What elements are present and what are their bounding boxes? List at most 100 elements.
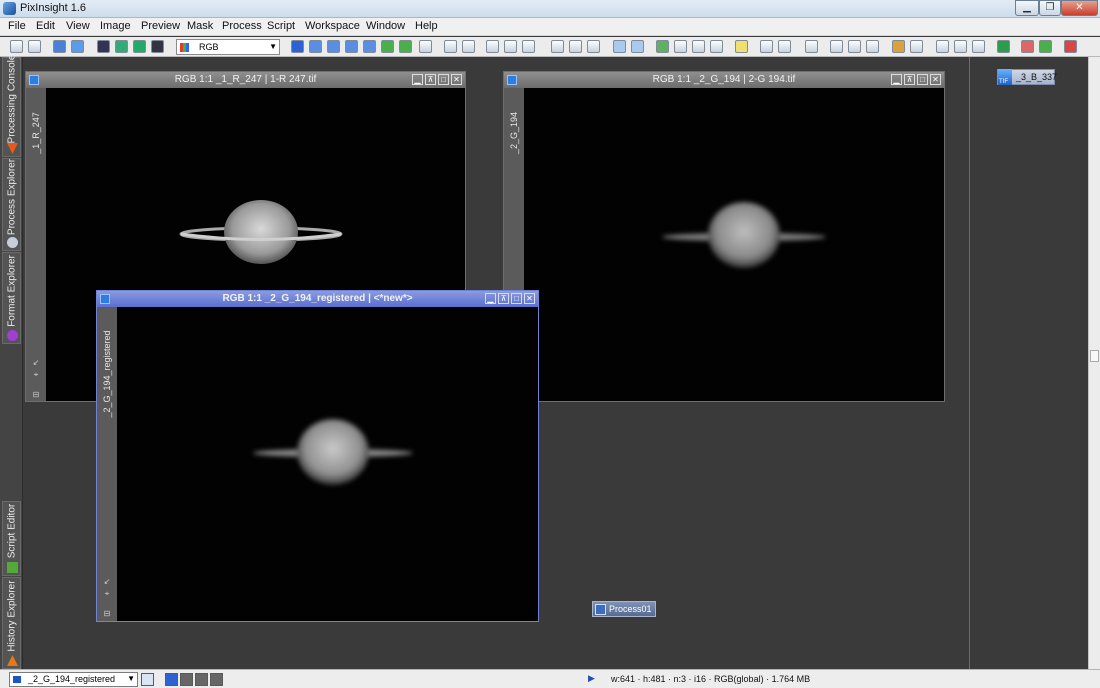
iconize-icon[interactable]: ⊼ [498, 293, 509, 304]
shade-icon[interactable]: ▁ [891, 74, 902, 85]
menu-mask[interactable]: Mask [187, 20, 213, 32]
pan-mode-icon[interactable] [327, 40, 340, 53]
stf-auto-icon[interactable] [760, 40, 773, 53]
channel-green-icon[interactable] [115, 40, 128, 53]
workspace-icon[interactable] [972, 40, 985, 53]
lock-icon[interactable]: ⌖ [31, 370, 41, 380]
menu-file[interactable]: File [8, 20, 26, 32]
channel-lum-icon[interactable] [133, 40, 146, 53]
clone-image-icon[interactable] [71, 40, 84, 53]
tab-format-explorer[interactable]: Format Explorer [2, 252, 21, 344]
zoom-out-icon[interactable] [462, 40, 475, 53]
resize-icon[interactable]: ↙ [102, 577, 112, 586]
shade-icon[interactable]: ▁ [412, 74, 423, 85]
maximize-icon[interactable]: □ [917, 74, 928, 85]
play-icon[interactable]: ▶ [588, 673, 595, 684]
shade-icon[interactable]: ▁ [485, 293, 496, 304]
mask-invert-icon[interactable] [692, 40, 705, 53]
statistics-icon[interactable] [892, 40, 905, 53]
readout-mode-icon[interactable] [291, 40, 304, 53]
history-icon[interactable] [848, 40, 861, 53]
mask-enable-icon[interactable] [656, 40, 669, 53]
histogram-icon[interactable] [910, 40, 923, 53]
menu-view[interactable]: View [66, 20, 90, 32]
center-mode-icon[interactable] [345, 40, 358, 53]
zoom-1-2-icon[interactable] [522, 40, 535, 53]
color-management-icon[interactable] [997, 40, 1010, 53]
tile-windows-icon[interactable] [569, 40, 582, 53]
channel-gray-icon[interactable] [151, 40, 164, 53]
tab-process-explorer[interactable]: Process Explorer [2, 158, 21, 251]
process-icon-process01[interactable]: Process01 [592, 601, 656, 617]
display-channel-g-icon[interactable] [195, 673, 208, 686]
maximize-button[interactable]: ❐ [1039, 0, 1061, 16]
mask-remove-icon[interactable] [710, 40, 723, 53]
display-channel-r-icon[interactable] [180, 673, 193, 686]
new-image-icon[interactable] [53, 40, 66, 53]
vertical-scrollbar[interactable] [1088, 57, 1100, 669]
menu-workspace[interactable]: Workspace [305, 20, 360, 32]
iconized-image-3b[interactable]: TIF _3_B_337 [997, 69, 1057, 85]
stf-icon[interactable] [735, 40, 748, 53]
tab-processing-console[interactable]: Processing Console [2, 55, 21, 157]
console-icon[interactable] [830, 40, 843, 53]
iconize-icon[interactable]: ⊼ [904, 74, 915, 85]
image-window-registered[interactable]: RGB 1:1 _2_G_194_registered | <*new*> ▁ … [96, 290, 539, 622]
menu-image[interactable]: Image [100, 20, 131, 32]
gamut-check-icon[interactable] [1021, 40, 1034, 53]
zoom-1-1-icon[interactable] [504, 40, 517, 53]
pointer-icon[interactable] [419, 40, 432, 53]
close-icon[interactable]: ✕ [930, 74, 941, 85]
window-id-tab[interactable]: _1_R_247 ↙ ⌖ ⊟ [26, 88, 46, 401]
tab-script-editor[interactable]: Script Editor [2, 501, 21, 576]
edit-preview-icon[interactable] [399, 40, 412, 53]
zoom-fit-icon[interactable] [486, 40, 499, 53]
fit-view-icon[interactable] [551, 40, 564, 53]
explorer-icon[interactable] [805, 40, 818, 53]
window-list-icon[interactable] [631, 40, 644, 53]
preferences-icon[interactable] [954, 40, 967, 53]
lock-icon[interactable]: ⌖ [102, 589, 112, 599]
undo-icon[interactable] [10, 40, 23, 53]
menu-script[interactable]: Script [267, 20, 295, 32]
proofing-icon[interactable] [1039, 40, 1052, 53]
new-preview-icon[interactable] [381, 40, 394, 53]
color-space-select[interactable]: RGB ▼ [176, 39, 280, 55]
window-titlebar[interactable]: RGB 1:1 _2_G_194 | 2-G 194.tif ▁ ⊼ □ ✕ [504, 72, 944, 88]
image-canvas[interactable] [117, 307, 538, 621]
preview-list-icon[interactable]: ⊟ [102, 609, 112, 618]
menu-window[interactable]: Window [366, 20, 405, 32]
close-button[interactable]: ✕ [1061, 0, 1098, 16]
zoom-in-icon[interactable] [444, 40, 457, 53]
window-icon[interactable] [613, 40, 626, 53]
image-canvas[interactable] [524, 88, 944, 401]
menu-process[interactable]: Process [222, 20, 262, 32]
preview-list-icon[interactable]: ⊟ [31, 390, 41, 399]
mask-show-icon[interactable] [674, 40, 687, 53]
zoom-mode-icon[interactable] [309, 40, 322, 53]
iconize-icon[interactable]: ⊼ [425, 74, 436, 85]
tab-history-explorer[interactable]: History Explorer [2, 577, 21, 669]
close-all-icon[interactable] [1064, 40, 1077, 53]
window-titlebar[interactable]: RGB 1:1 _2_G_194_registered | <*new*> ▁ … [97, 291, 538, 307]
select-mode-icon[interactable] [363, 40, 376, 53]
close-icon[interactable]: ✕ [524, 293, 535, 304]
image-window-g[interactable]: RGB 1:1 _2_G_194 | 2-G 194.tif ▁ ⊼ □ ✕ _… [503, 71, 945, 402]
cascade-windows-icon[interactable] [587, 40, 600, 53]
menu-preview[interactable]: Preview [141, 20, 180, 32]
redo-icon[interactable] [28, 40, 41, 53]
resize-icon[interactable]: ↙ [31, 358, 41, 367]
channel-rgb-icon[interactable] [97, 40, 110, 53]
scrollbar-thumb[interactable] [1090, 350, 1099, 362]
display-channel-rgb-icon[interactable] [165, 673, 178, 686]
display-channel-b-icon[interactable] [210, 673, 223, 686]
settings-icon[interactable] [936, 40, 949, 53]
window-titlebar[interactable]: RGB 1:1 _1_R_247 | 1-R 247.tif ▁ ⊼ □ ✕ [26, 72, 465, 88]
script-icon[interactable] [866, 40, 879, 53]
maximize-icon[interactable]: □ [511, 293, 522, 304]
close-icon[interactable]: ✕ [451, 74, 462, 85]
menu-help[interactable]: Help [415, 20, 438, 32]
menu-edit[interactable]: Edit [36, 20, 55, 32]
stf-reset-icon[interactable] [778, 40, 791, 53]
window-id-tab[interactable]: _2_G_194_registered ↙ ⌖ ⊟ [97, 307, 117, 621]
